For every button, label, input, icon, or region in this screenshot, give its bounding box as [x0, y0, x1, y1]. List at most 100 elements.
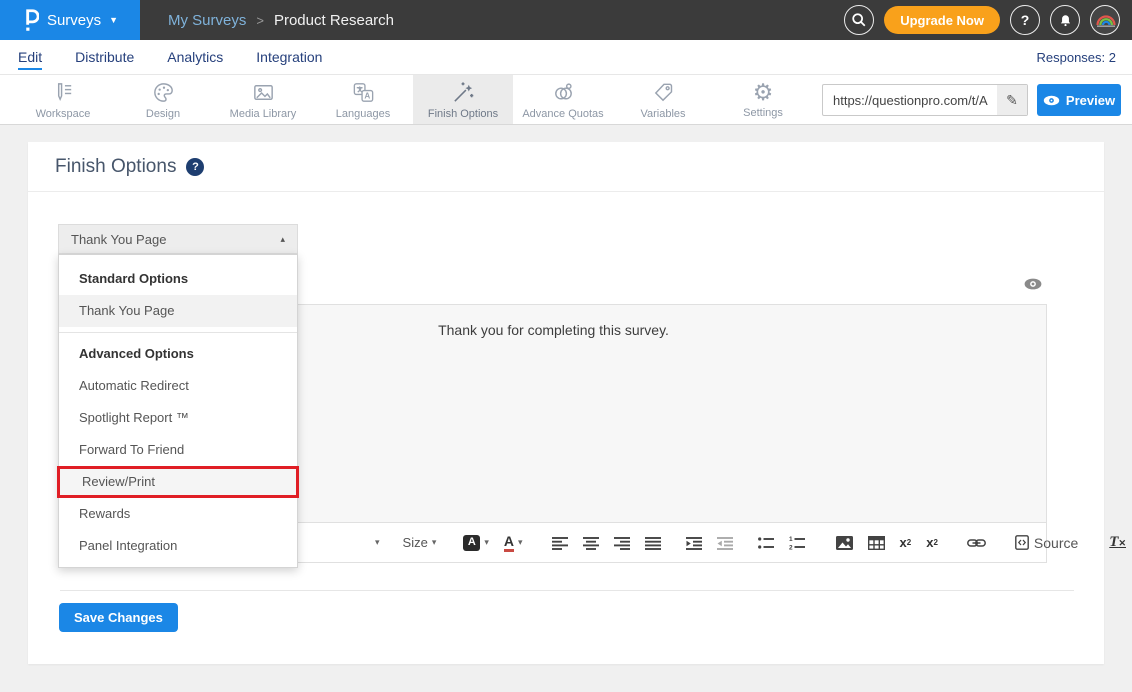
dropdown-option-spotlight-report[interactable]: Spotlight Report ™ — [59, 402, 297, 434]
caret-down-icon: ▼ — [109, 15, 118, 25]
save-changes-button[interactable]: Save Changes — [59, 603, 178, 632]
search-button[interactable] — [844, 5, 874, 35]
align-left-button[interactable] — [552, 536, 568, 550]
module-workspace[interactable]: Workspace — [13, 75, 113, 124]
finish-options-card: Finish Options ? Thank you for completin… — [28, 142, 1104, 664]
dropdown-group-header: Advanced Options — [59, 338, 297, 370]
remove-format-button[interactable]: T✕ — [1109, 535, 1126, 550]
responses-count[interactable]: Responses: 2 — [1037, 50, 1117, 65]
module-design[interactable]: Design — [113, 75, 213, 124]
module-settings[interactable]: ⚙ Settings — [713, 75, 813, 124]
module-media-library[interactable]: Media Library — [213, 75, 313, 124]
text-color-icon: A — [504, 534, 514, 552]
svg-text:1: 1 — [789, 536, 793, 543]
questionpro-logo-icon — [22, 7, 39, 33]
size-dropdown[interactable]: Size ▾ — [403, 536, 437, 549]
card-header: Finish Options ? — [28, 142, 1104, 192]
breadcrumb-my-surveys[interactable]: My Surveys — [168, 12, 246, 29]
magic-wand-icon — [451, 80, 476, 105]
module-finish-options[interactable]: Finish Options — [413, 75, 513, 124]
indent-button[interactable] — [686, 536, 702, 550]
dropdown-option-automatic-redirect[interactable]: Automatic Redirect — [59, 370, 297, 402]
topbar-actions: Upgrade Now ? — [844, 5, 1132, 35]
outdent-button[interactable] — [717, 536, 733, 550]
editor-preview-eye-button[interactable] — [1024, 278, 1042, 290]
bulleted-list-icon — [758, 536, 774, 550]
align-right-button[interactable] — [614, 536, 630, 550]
tag-icon — [651, 80, 676, 105]
breadcrumb-separator: > — [256, 13, 264, 28]
indent-icon — [686, 536, 702, 550]
quotas-rings-icon — [551, 80, 576, 105]
breadcrumb-current-survey: Product Research — [274, 12, 394, 29]
finish-options-help-button[interactable]: ? — [186, 158, 204, 176]
gear-icon: ⚙ — [753, 80, 774, 104]
align-center-button[interactable] — [583, 536, 599, 550]
caret-down-icon: ▾ — [375, 538, 380, 547]
account-avatar[interactable] — [1090, 5, 1120, 35]
text-color-button[interactable]: A ▾ — [504, 534, 523, 552]
link-icon — [967, 538, 986, 548]
source-icon — [1015, 535, 1029, 550]
dropdown-option-forward-to-friend[interactable]: Forward To Friend — [59, 434, 297, 466]
dropdown-option-panel-integration[interactable]: Panel Integration — [59, 530, 297, 562]
insert-image-button[interactable] — [836, 536, 853, 550]
question-mark-icon: ? — [192, 161, 199, 173]
numbered-list-icon: 12 — [789, 536, 805, 550]
languages-icon: A — [351, 80, 376, 105]
font-dropdown[interactable]: ▾ — [371, 538, 380, 547]
edit-url-button[interactable]: ✎ — [997, 85, 1027, 115]
preview-button[interactable]: Preview — [1037, 84, 1121, 116]
bulleted-list-button[interactable] — [758, 536, 774, 550]
background-color-button[interactable]: A ▾ — [463, 535, 489, 551]
caret-down-icon: ▾ — [518, 538, 523, 547]
tab-analytics[interactable]: Analytics — [167, 49, 223, 65]
superscript-button[interactable]: x2 — [926, 536, 938, 549]
tab-edit[interactable]: Edit — [18, 49, 42, 65]
insert-link-button[interactable] — [967, 538, 986, 548]
table-icon — [868, 536, 885, 550]
justify-button[interactable] — [645, 536, 661, 550]
finish-type-dropdown-panel: Standard Options Thank You Page Advanced… — [58, 254, 298, 568]
breadcrumb: My Surveys > Product Research — [168, 12, 394, 29]
search-icon — [851, 12, 867, 28]
dropdown-divider — [59, 332, 297, 333]
top-bar: Surveys ▼ My Surveys > Product Research … — [0, 0, 1132, 40]
align-center-icon — [583, 536, 599, 550]
caret-down-icon: ▾ — [432, 538, 437, 547]
tab-distribute[interactable]: Distribute — [75, 49, 134, 65]
svg-text:2: 2 — [789, 544, 793, 550]
remove-format-icon: T✕ — [1109, 535, 1126, 550]
account-gauge-icon — [1092, 7, 1119, 34]
notifications-button[interactable] — [1050, 5, 1080, 35]
survey-nav-tabs: Edit Distribute Analytics Integration Re… — [0, 40, 1132, 75]
dropdown-option-thank-you-page[interactable]: Thank You Page — [59, 295, 297, 327]
dropdown-option-rewards[interactable]: Rewards — [59, 498, 297, 530]
surveys-app-menu[interactable]: Surveys ▼ — [0, 0, 140, 40]
module-languages[interactable]: A Languages — [313, 75, 413, 124]
module-advance-quotas[interactable]: Advance Quotas — [513, 75, 613, 124]
image-icon — [836, 536, 853, 550]
caret-up-icon: ▴ — [280, 234, 285, 245]
finish-type-selected-value: Thank You Page — [71, 232, 166, 247]
design-palette-icon — [151, 80, 176, 105]
finish-type-select[interactable]: Thank You Page ▴ — [58, 224, 298, 254]
module-variables[interactable]: Variables — [613, 75, 713, 124]
upgrade-now-button[interactable]: Upgrade Now — [884, 6, 1000, 34]
tab-integration[interactable]: Integration — [256, 49, 322, 65]
eye-icon — [1043, 95, 1060, 106]
workspace-icon — [51, 80, 76, 105]
justify-icon — [645, 536, 661, 550]
bell-icon — [1058, 13, 1073, 28]
outdent-icon — [717, 536, 733, 550]
source-button[interactable]: Source — [1015, 535, 1078, 550]
background-color-icon: A — [463, 535, 480, 551]
dropdown-option-review-print[interactable]: Review/Print — [57, 466, 299, 498]
caret-down-icon: ▾ — [484, 538, 489, 547]
subscript-button[interactable]: x2 — [900, 536, 912, 549]
align-left-icon — [552, 536, 568, 550]
numbered-list-button[interactable]: 12 — [789, 536, 805, 550]
insert-table-button[interactable] — [868, 536, 885, 550]
survey-url-field-wrap: ✎ — [822, 84, 1028, 116]
help-button[interactable]: ? — [1010, 5, 1040, 35]
